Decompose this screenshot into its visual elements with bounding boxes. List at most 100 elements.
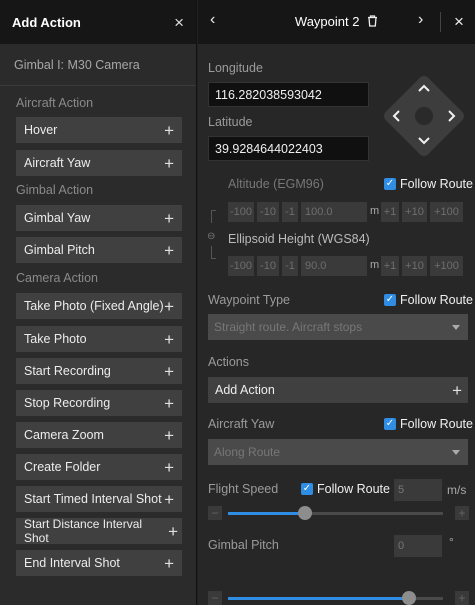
ellipsoid-plus-10[interactable]: +10 xyxy=(402,256,427,276)
arrow-up-icon[interactable] xyxy=(417,83,431,93)
section-camera-action: Camera Action xyxy=(16,271,98,285)
action-item-aircraft-yaw[interactable]: Aircraft Yaw + xyxy=(16,150,182,176)
flight-speed-label: Flight Speed xyxy=(208,482,279,496)
action-item-hover[interactable]: Hover + xyxy=(16,117,182,143)
arrow-right-icon[interactable] xyxy=(447,109,457,123)
action-item-label: Start Timed Interval Shot xyxy=(24,492,162,506)
action-item-stop-recording[interactable]: Stop Recording + xyxy=(16,390,182,416)
altitude-minus-100[interactable]: -100 xyxy=(228,202,254,222)
altitude-plus-1[interactable]: +1 xyxy=(381,202,399,222)
gimbal-pitch-unit: ° xyxy=(449,535,454,549)
waypoint-type-label: Waypoint Type xyxy=(208,293,290,307)
action-item-start-distance-interval-shot[interactable]: Start Distance Interval Shot + xyxy=(16,517,182,545)
altitude-plus-100[interactable]: +100 xyxy=(430,202,463,222)
altitude-minus-1[interactable]: -1 xyxy=(282,202,298,222)
plus-icon: + xyxy=(164,296,174,316)
next-waypoint-icon[interactable]: › xyxy=(418,11,423,29)
chevron-down-icon xyxy=(452,449,460,455)
waypoint-panel: ‹ Waypoint 2 › × Longitude 116.282038593… xyxy=(198,0,475,605)
flight-speed-slider-fill xyxy=(228,512,306,515)
plus-icon: + xyxy=(164,208,174,228)
add-action-header: Add Action × xyxy=(0,0,196,44)
waypoint-type-select[interactable]: Straight route. Aircraft stops xyxy=(208,314,468,340)
action-item-start-timed-interval-shot[interactable]: Start Timed Interval Shot + xyxy=(16,486,182,512)
ellipsoid-value-input[interactable]: 90.0 xyxy=(301,256,367,276)
link-icon[interactable]: ⊖ xyxy=(207,231,215,242)
action-item-label: Hover xyxy=(24,123,58,137)
plus-icon: + xyxy=(164,457,174,477)
follow-route-label: Follow Route xyxy=(317,482,390,496)
trash-icon[interactable] xyxy=(367,15,378,27)
gimbal-pitch-decrease-button[interactable]: − xyxy=(208,591,222,605)
action-item-take-photo-fixed-angle[interactable]: Take Photo (Fixed Angle) + xyxy=(16,293,182,319)
waypoint-type-follow-route[interactable]: ✓ Follow Route xyxy=(384,293,473,307)
checkbox-checked-icon[interactable]: ✓ xyxy=(384,294,396,306)
header-divider xyxy=(440,12,441,32)
gimbal-pitch-input[interactable]: 0 xyxy=(394,535,442,557)
ellipsoid-minus-100[interactable]: -100 xyxy=(228,256,254,276)
checkbox-checked-icon[interactable]: ✓ xyxy=(384,178,396,190)
ellipsoid-minus-1[interactable]: -1 xyxy=(282,256,298,276)
checkbox-checked-icon[interactable]: ✓ xyxy=(384,418,396,430)
action-item-label: Stop Recording xyxy=(24,396,111,410)
add-action-button[interactable]: Add Action + xyxy=(208,377,468,403)
add-action-panel: Add Action × Gimbal I: M30 Camera Aircra… xyxy=(0,0,197,605)
action-item-create-folder[interactable]: Create Folder + xyxy=(16,454,182,480)
altitude-plus-10[interactable]: +10 xyxy=(402,202,427,222)
altitude-follow-route[interactable]: ✓ Follow Route xyxy=(384,177,473,191)
flight-speed-decrease-button[interactable]: − xyxy=(208,506,222,520)
plus-icon: + xyxy=(168,521,178,541)
gimbal-pitch-slider-knob[interactable] xyxy=(401,591,416,605)
action-item-gimbal-pitch[interactable]: Gimbal Pitch + xyxy=(16,237,182,263)
close-icon[interactable]: × xyxy=(454,12,464,32)
close-icon[interactable]: × xyxy=(174,14,184,31)
flight-speed-follow-route[interactable]: ✓ Follow Route xyxy=(301,482,390,496)
waypoint-title: Waypoint 2 xyxy=(294,14,360,29)
flight-speed-input[interactable]: 5 xyxy=(394,479,442,501)
add-action-label: Add Action xyxy=(215,383,275,397)
chevron-down-icon xyxy=(452,324,460,330)
action-item-start-recording[interactable]: Start Recording + xyxy=(16,358,182,384)
ellipsoid-plus-1[interactable]: +1 xyxy=(381,256,399,276)
plus-icon: + xyxy=(164,489,174,509)
plus-icon: + xyxy=(164,153,174,173)
aircraft-yaw-select[interactable]: Along Route xyxy=(208,439,468,465)
add-action-title: Add Action xyxy=(12,14,81,30)
plus-icon: + xyxy=(164,361,174,381)
follow-route-label: Follow Route xyxy=(400,177,473,191)
link-bracket-top xyxy=(211,210,216,223)
latitude-label: Latitude xyxy=(208,115,253,129)
arrow-left-icon[interactable] xyxy=(391,109,401,123)
gimbal-label: Gimbal I: M30 Camera xyxy=(0,44,196,86)
altitude-value-input[interactable]: 100.0 xyxy=(301,202,367,222)
action-item-label: Aircraft Yaw xyxy=(24,156,91,170)
section-gimbal-action: Gimbal Action xyxy=(16,183,94,197)
action-item-label: Start Distance Interval Shot xyxy=(24,517,143,545)
follow-route-label: Follow Route xyxy=(400,293,473,307)
plus-icon: + xyxy=(164,329,174,349)
action-item-label: Take Photo xyxy=(24,332,87,346)
flight-speed-slider-knob[interactable] xyxy=(298,506,313,520)
plus-icon: + xyxy=(164,425,174,445)
action-item-gimbal-yaw[interactable]: Gimbal Yaw + xyxy=(16,205,182,231)
action-item-label: End Interval Shot xyxy=(24,556,120,570)
gimbal-pitch-increase-button[interactable]: + xyxy=(455,591,469,605)
action-item-end-interval-shot[interactable]: End Interval Shot + xyxy=(16,550,182,576)
longitude-label: Longitude xyxy=(208,61,263,75)
aircraft-yaw-label: Aircraft Yaw xyxy=(208,417,275,431)
ellipsoid-minus-10[interactable]: -10 xyxy=(257,256,279,276)
action-item-label: Gimbal Yaw xyxy=(24,211,91,225)
action-item-label: Start Recording xyxy=(24,364,111,378)
longitude-input[interactable]: 116.282038593042 xyxy=(208,82,369,107)
altitude-minus-10[interactable]: -10 xyxy=(257,202,279,222)
action-item-take-photo[interactable]: Take Photo + xyxy=(16,326,182,352)
flight-speed-increase-button[interactable]: + xyxy=(455,506,469,520)
latitude-input[interactable]: 39.9284644022403 xyxy=(208,136,369,161)
action-item-label: Create Folder xyxy=(24,460,101,474)
altitude-unit: m xyxy=(370,205,380,217)
checkbox-checked-icon[interactable]: ✓ xyxy=(301,483,313,495)
arrow-down-icon[interactable] xyxy=(417,136,431,146)
action-item-camera-zoom[interactable]: Camera Zoom + xyxy=(16,422,182,448)
aircraft-yaw-follow-route[interactable]: ✓ Follow Route xyxy=(384,417,473,431)
ellipsoid-plus-100[interactable]: +100 xyxy=(430,256,463,276)
